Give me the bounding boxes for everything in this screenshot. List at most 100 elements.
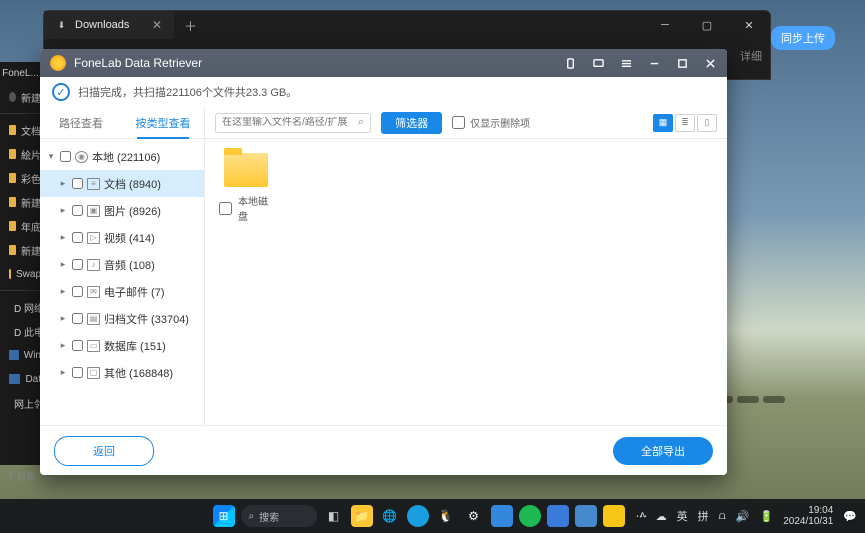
folder-icon xyxy=(224,153,268,187)
side-item[interactable]: 文档 xyxy=(0,118,41,142)
tab-path-view[interactable]: 路径查看 xyxy=(40,107,122,138)
side-footer: 个对象 xyxy=(6,468,36,483)
tree-checkbox[interactable] xyxy=(72,340,83,351)
item-checkbox[interactable] xyxy=(219,202,232,215)
upload-status-badge[interactable]: 同步上传 xyxy=(771,26,835,50)
filter-button[interactable]: 筛选器 xyxy=(381,112,442,134)
close-tab-icon[interactable]: ✕ xyxy=(152,18,162,32)
feedback-icon[interactable] xyxy=(585,52,611,74)
app-icon-3[interactable] xyxy=(575,505,597,527)
maximize-button[interactable] xyxy=(669,52,695,74)
maximize-button[interactable]: ▢ xyxy=(686,11,728,39)
qq-icon[interactable]: 🐧 xyxy=(435,505,457,527)
new-tab-button[interactable]: ＋ xyxy=(174,16,207,35)
explorer-icon[interactable]: 📁 xyxy=(351,505,373,527)
side-item[interactable]: Dat xyxy=(0,367,41,391)
minimize-button[interactable]: ─ xyxy=(644,11,686,39)
notifications-icon[interactable]: 💬 xyxy=(843,510,857,523)
email-icon: ✉ xyxy=(87,286,100,298)
tree-item-documents[interactable]: ▸ ≡ 文档 (8940) xyxy=(40,170,204,197)
tree-checkbox[interactable] xyxy=(72,259,83,270)
caret-down-icon[interactable]: ▾ xyxy=(46,151,56,162)
side-item[interactable]: Win xyxy=(0,343,41,367)
close-button[interactable] xyxy=(697,52,723,74)
tree-item-other[interactable]: ▸ ▢ 其他 (168848) xyxy=(40,359,204,386)
volume-icon[interactable]: 🔊 xyxy=(736,510,750,523)
system-tray[interactable]: ˄ ☁ 英 拼 ⩍ 🔊 🔋 19:04 2024/10/31 💬 xyxy=(639,505,857,527)
tree-root[interactable]: ▾ ◉ 本地 (221106) xyxy=(40,143,204,170)
taskbar-search[interactable]: ⌕搜索 xyxy=(241,505,317,527)
only-deleted-toggle[interactable]: 仅显示删除项 xyxy=(452,115,530,130)
side-new[interactable]: 新建 xyxy=(0,85,41,109)
tree-checkbox[interactable] xyxy=(72,286,83,297)
minimize-button[interactable] xyxy=(641,52,667,74)
side-item[interactable]: D 此电脑 xyxy=(0,319,41,343)
view-grid-button[interactable]: ▦ xyxy=(653,114,673,132)
app-footer: 返回 全部导出 xyxy=(40,425,727,475)
side-item[interactable]: 年底 xyxy=(0,214,41,238)
search-input[interactable]: ⌕ xyxy=(215,113,371,133)
start-button[interactable]: ⊞ xyxy=(213,505,235,527)
only-deleted-checkbox[interactable] xyxy=(452,116,465,129)
tree-checkbox[interactable] xyxy=(72,232,83,243)
content-area: 本地磁盘 xyxy=(205,139,727,425)
close-window-button[interactable]: ✕ xyxy=(728,11,770,39)
tree-item-audio[interactable]: ▸ ♪ 音频 (108) xyxy=(40,251,204,278)
tree-item-email[interactable]: ▸ ✉ 电子邮件 (7) xyxy=(40,278,204,305)
caret-right-icon[interactable]: ▸ xyxy=(58,367,68,378)
battery-icon[interactable]: 🔋 xyxy=(760,510,774,523)
tree-checkbox[interactable] xyxy=(72,205,83,216)
caret-right-icon[interactable]: ▸ xyxy=(58,232,68,243)
tray-chevron-icon[interactable]: ˄ xyxy=(639,510,645,522)
settings-icon[interactable]: ⚙ xyxy=(463,505,485,527)
side-item[interactable]: 新建 xyxy=(0,238,41,262)
side-item[interactable]: D 网络 xyxy=(0,295,41,319)
app-icon-4 xyxy=(603,505,625,527)
caret-right-icon[interactable]: ▸ xyxy=(58,178,68,189)
menu-icon[interactable] xyxy=(613,52,639,74)
caret-right-icon[interactable]: ▸ xyxy=(58,205,68,216)
tree-checkbox[interactable] xyxy=(60,151,71,162)
language-indicator[interactable]: 英 xyxy=(677,508,688,524)
side-item[interactable]: 网上邻居 xyxy=(0,391,41,415)
app-titlebar[interactable]: FoneLab Data Retriever xyxy=(40,49,727,77)
details-icon[interactable]: 详细 xyxy=(740,48,762,64)
folder-item[interactable]: 本地磁盘 xyxy=(219,153,273,223)
spotify-icon[interactable] xyxy=(519,505,541,527)
search-icon[interactable]: ⌕ xyxy=(358,116,364,129)
search-field[interactable] xyxy=(222,117,354,128)
view-details-button[interactable]: ▯ xyxy=(697,114,717,132)
export-all-button[interactable]: 全部导出 xyxy=(613,437,713,465)
phone-icon[interactable] xyxy=(557,52,583,74)
side-item[interactable]: 彩色 xyxy=(0,166,41,190)
caret-right-icon[interactable]: ▸ xyxy=(58,340,68,351)
side-item[interactable]: 絵片 xyxy=(0,142,41,166)
app-icon-2[interactable] xyxy=(547,505,569,527)
tree-item-videos[interactable]: ▸ ▷ 视频 (414) xyxy=(40,224,204,251)
caret-right-icon[interactable]: ▸ xyxy=(58,286,68,297)
audio-icon: ♪ xyxy=(87,259,100,271)
caret-right-icon[interactable]: ▸ xyxy=(58,313,68,324)
side-item[interactable]: Swap xyxy=(0,262,41,286)
tree-item-images[interactable]: ▸ ▣ 图片 (8926) xyxy=(40,197,204,224)
tab-type-view[interactable]: 按类型查看 xyxy=(122,107,204,138)
app-icon[interactable] xyxy=(491,505,513,527)
caret-right-icon[interactable]: ▸ xyxy=(58,259,68,270)
wifi-icon[interactable]: ⩍ xyxy=(719,510,726,523)
tree-item-archive[interactable]: ▸ ▤ 归档文件 (33704) xyxy=(40,305,204,332)
tree-checkbox[interactable] xyxy=(72,178,83,189)
tree-checkbox[interactable] xyxy=(72,367,83,378)
task-view-icon[interactable]: ◧ xyxy=(323,505,345,527)
explorer-tab[interactable]: ⬇ Downloads ✕ xyxy=(44,11,174,39)
image-icon: ▣ xyxy=(87,205,100,217)
edge-icon[interactable] xyxy=(407,505,429,527)
tree-checkbox[interactable] xyxy=(72,313,83,324)
view-list-button[interactable]: ≣ xyxy=(675,114,695,132)
ime-indicator[interactable]: 拼 xyxy=(698,508,709,524)
taskbar-clock[interactable]: 19:04 2024/10/31 xyxy=(783,505,833,527)
tree-item-database[interactable]: ▸ ▭ 数据库 (151) xyxy=(40,332,204,359)
onedrive-icon[interactable]: ☁ xyxy=(656,510,667,523)
side-item[interactable]: 新建 xyxy=(0,190,41,214)
chrome-icon[interactable]: 🌐 xyxy=(379,505,401,527)
back-button[interactable]: 返回 xyxy=(54,436,154,466)
